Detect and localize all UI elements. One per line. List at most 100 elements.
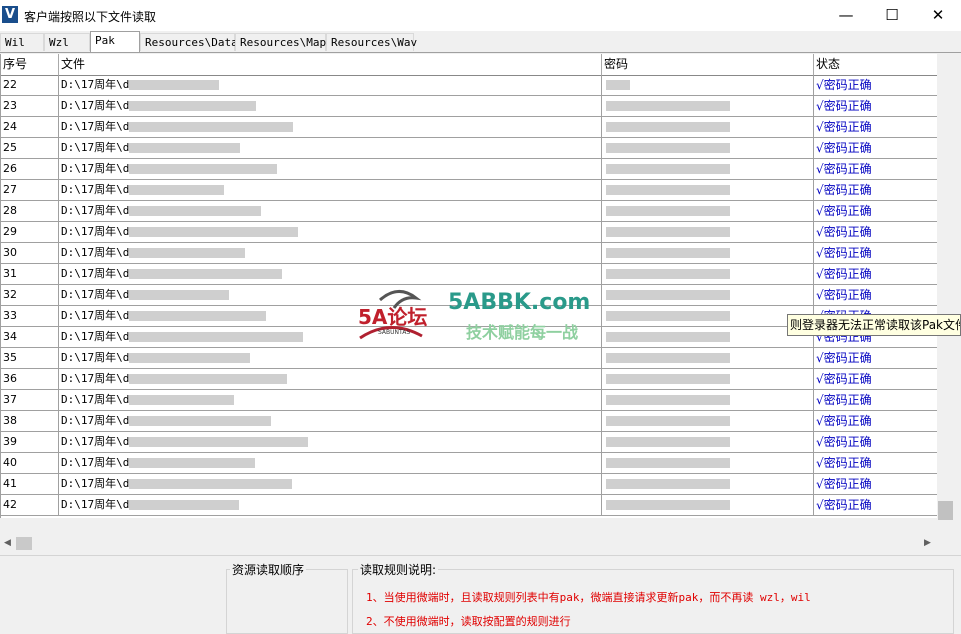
watermark-slogan: 技术赋能每一战 [466,323,579,342]
minimize-button[interactable]: — [823,0,869,31]
pak-file-table[interactable]: 序号 文件 密码 状态 22 D:\17周年\d √密码正确 23 D:\17周年\d √… [0,54,938,518]
row-status: √密码正确 [814,369,938,389]
row-index: 26 [1,159,59,179]
table-row[interactable]: 41 D:\17周年\d √密码正确 [1,474,938,495]
redacted-path [129,227,298,237]
svg-text:SABUNTAS: SABUNTAS [378,329,410,336]
load-order-group [226,569,348,634]
table-row[interactable]: 36 D:\17周年\d √密码正确 [1,369,938,390]
row-status: √密码正确 [814,180,938,200]
row-status: √密码正确 [814,495,938,515]
table-row[interactable]: 30 D:\17周年\d √密码正确 [1,243,938,264]
row-status: √密码正确 [814,96,938,116]
app-icon: V [2,6,18,23]
file-path-prefix: D:\17周年\d [61,414,130,427]
row-status: √密码正确 [814,453,938,473]
table-row[interactable]: 31 D:\17周年\d √密码正确 [1,264,938,285]
row-index: 41 [1,474,59,494]
tab-wil[interactable]: Wil [0,33,44,51]
file-path-prefix: D:\17周年\d [61,267,130,280]
redacted-password [606,416,730,426]
row-file-path: D:\17周年\d [59,495,602,515]
table-row[interactable]: 42 D:\17周年\d √密码正确 [1,495,938,516]
table-row[interactable]: 28 D:\17周年\d √密码正确 [1,201,938,222]
vertical-scroll-thumb[interactable] [938,501,953,520]
row-index: 36 [1,369,59,389]
scroll-left-arrow-icon[interactable]: ◀ [4,538,11,548]
vertical-scrollbar[interactable] [937,54,954,537]
table-row[interactable]: 23 D:\17周年\d √密码正确 [1,96,938,117]
horizontal-scroll-thumb[interactable] [16,537,32,550]
file-path-prefix: D:\17周年\d [61,246,130,259]
table-row[interactable]: 22 D:\17周年\d √密码正确 [1,75,938,96]
redacted-path [129,416,271,426]
row-password [602,201,814,221]
row-password [602,348,814,368]
redacted-password [606,374,730,384]
redacted-password [606,437,730,447]
table-row[interactable]: 39 D:\17周年\d √密码正确 [1,432,938,453]
table-row[interactable]: 40 D:\17周年\d √密码正确 [1,453,938,474]
redacted-path [129,479,292,489]
redacted-path [129,122,293,132]
title-bar: V 客户端按照以下文件读取 — ☐ ✕ [0,0,961,31]
row-index: 38 [1,411,59,431]
row-status: √密码正确 [814,117,938,137]
table-row[interactable]: 24 D:\17周年\d √密码正确 [1,117,938,138]
table-row[interactable]: 35 D:\17周年\d √密码正确 [1,348,938,369]
redacted-password [606,500,730,510]
row-index: 39 [1,432,59,452]
table-row[interactable]: 38 D:\17周年\d √密码正确 [1,411,938,432]
load-order-label: 资源读取顺序 [230,561,307,578]
table-row[interactable]: 29 D:\17周年\d √密码正确 [1,222,938,243]
table-row[interactable]: 27 D:\17周年\d √密码正确 [1,180,938,201]
watermark-site: 5ABBK.com [448,290,591,315]
redacted-path [129,164,277,174]
tab-pak[interactable]: Pak [90,31,140,52]
row-index: 32 [1,285,59,305]
table-row[interactable]: 25 D:\17周年\d √密码正确 [1,138,938,159]
file-path-prefix: D:\17周年\d [61,351,130,364]
tab-resources-map[interactable]: Resources\Map [235,33,326,51]
row-file-path: D:\17周年\d [59,369,602,389]
redacted-path [129,206,261,216]
row-password [602,474,814,494]
file-path-prefix: D:\17周年\d [61,288,130,301]
close-button[interactable]: ✕ [915,0,961,31]
row-file-path: D:\17周年\d [59,159,602,179]
row-index: 25 [1,138,59,158]
scroll-right-arrow-icon[interactable]: ▶ [924,538,931,548]
maximize-button[interactable]: ☐ [869,0,915,31]
horizontal-scrollbar[interactable]: ◀ ▶ [0,535,937,552]
row-index: 34 [1,327,59,347]
table-header: 序号 文件 密码 状态 [1,54,938,76]
tab-resources-wav[interactable]: Resources\Wav [326,33,417,51]
file-path-prefix: D:\17周年\d [61,435,130,448]
row-index: 37 [1,390,59,410]
row-index: 29 [1,222,59,242]
row-index: 24 [1,117,59,137]
file-path-prefix: D:\17周年\d [61,330,130,343]
tab-resources-data[interactable]: Resources\Data [140,33,238,51]
window-title: 客户端按照以下文件读取 [24,10,157,24]
redacted-path [129,353,250,363]
row-status: √密码正确 [814,75,938,95]
tab-wzl[interactable]: Wzl [44,33,90,51]
table-row[interactable]: 37 D:\17周年\d √密码正确 [1,390,938,411]
row-password [602,453,814,473]
row-file-path: D:\17周年\d [59,474,602,494]
file-path-prefix: D:\17周年\d [61,498,130,511]
column-header-file[interactable]: 文件 [59,54,602,75]
row-file-path: D:\17周年\d [59,117,602,137]
row-status: √密码正确 [814,138,938,158]
redacted-path [129,248,245,258]
column-header-index[interactable]: 序号 [1,54,59,75]
column-header-password[interactable]: 密码 [602,54,814,75]
row-status: √密码正确 [814,243,938,263]
table-row[interactable]: 26 D:\17周年\d √密码正确 [1,159,938,180]
column-header-status[interactable]: 状态 [814,54,938,75]
redacted-path [129,185,224,195]
row-file-path: D:\17周年\d [59,264,602,284]
redacted-password [606,185,730,195]
row-password [602,369,814,389]
